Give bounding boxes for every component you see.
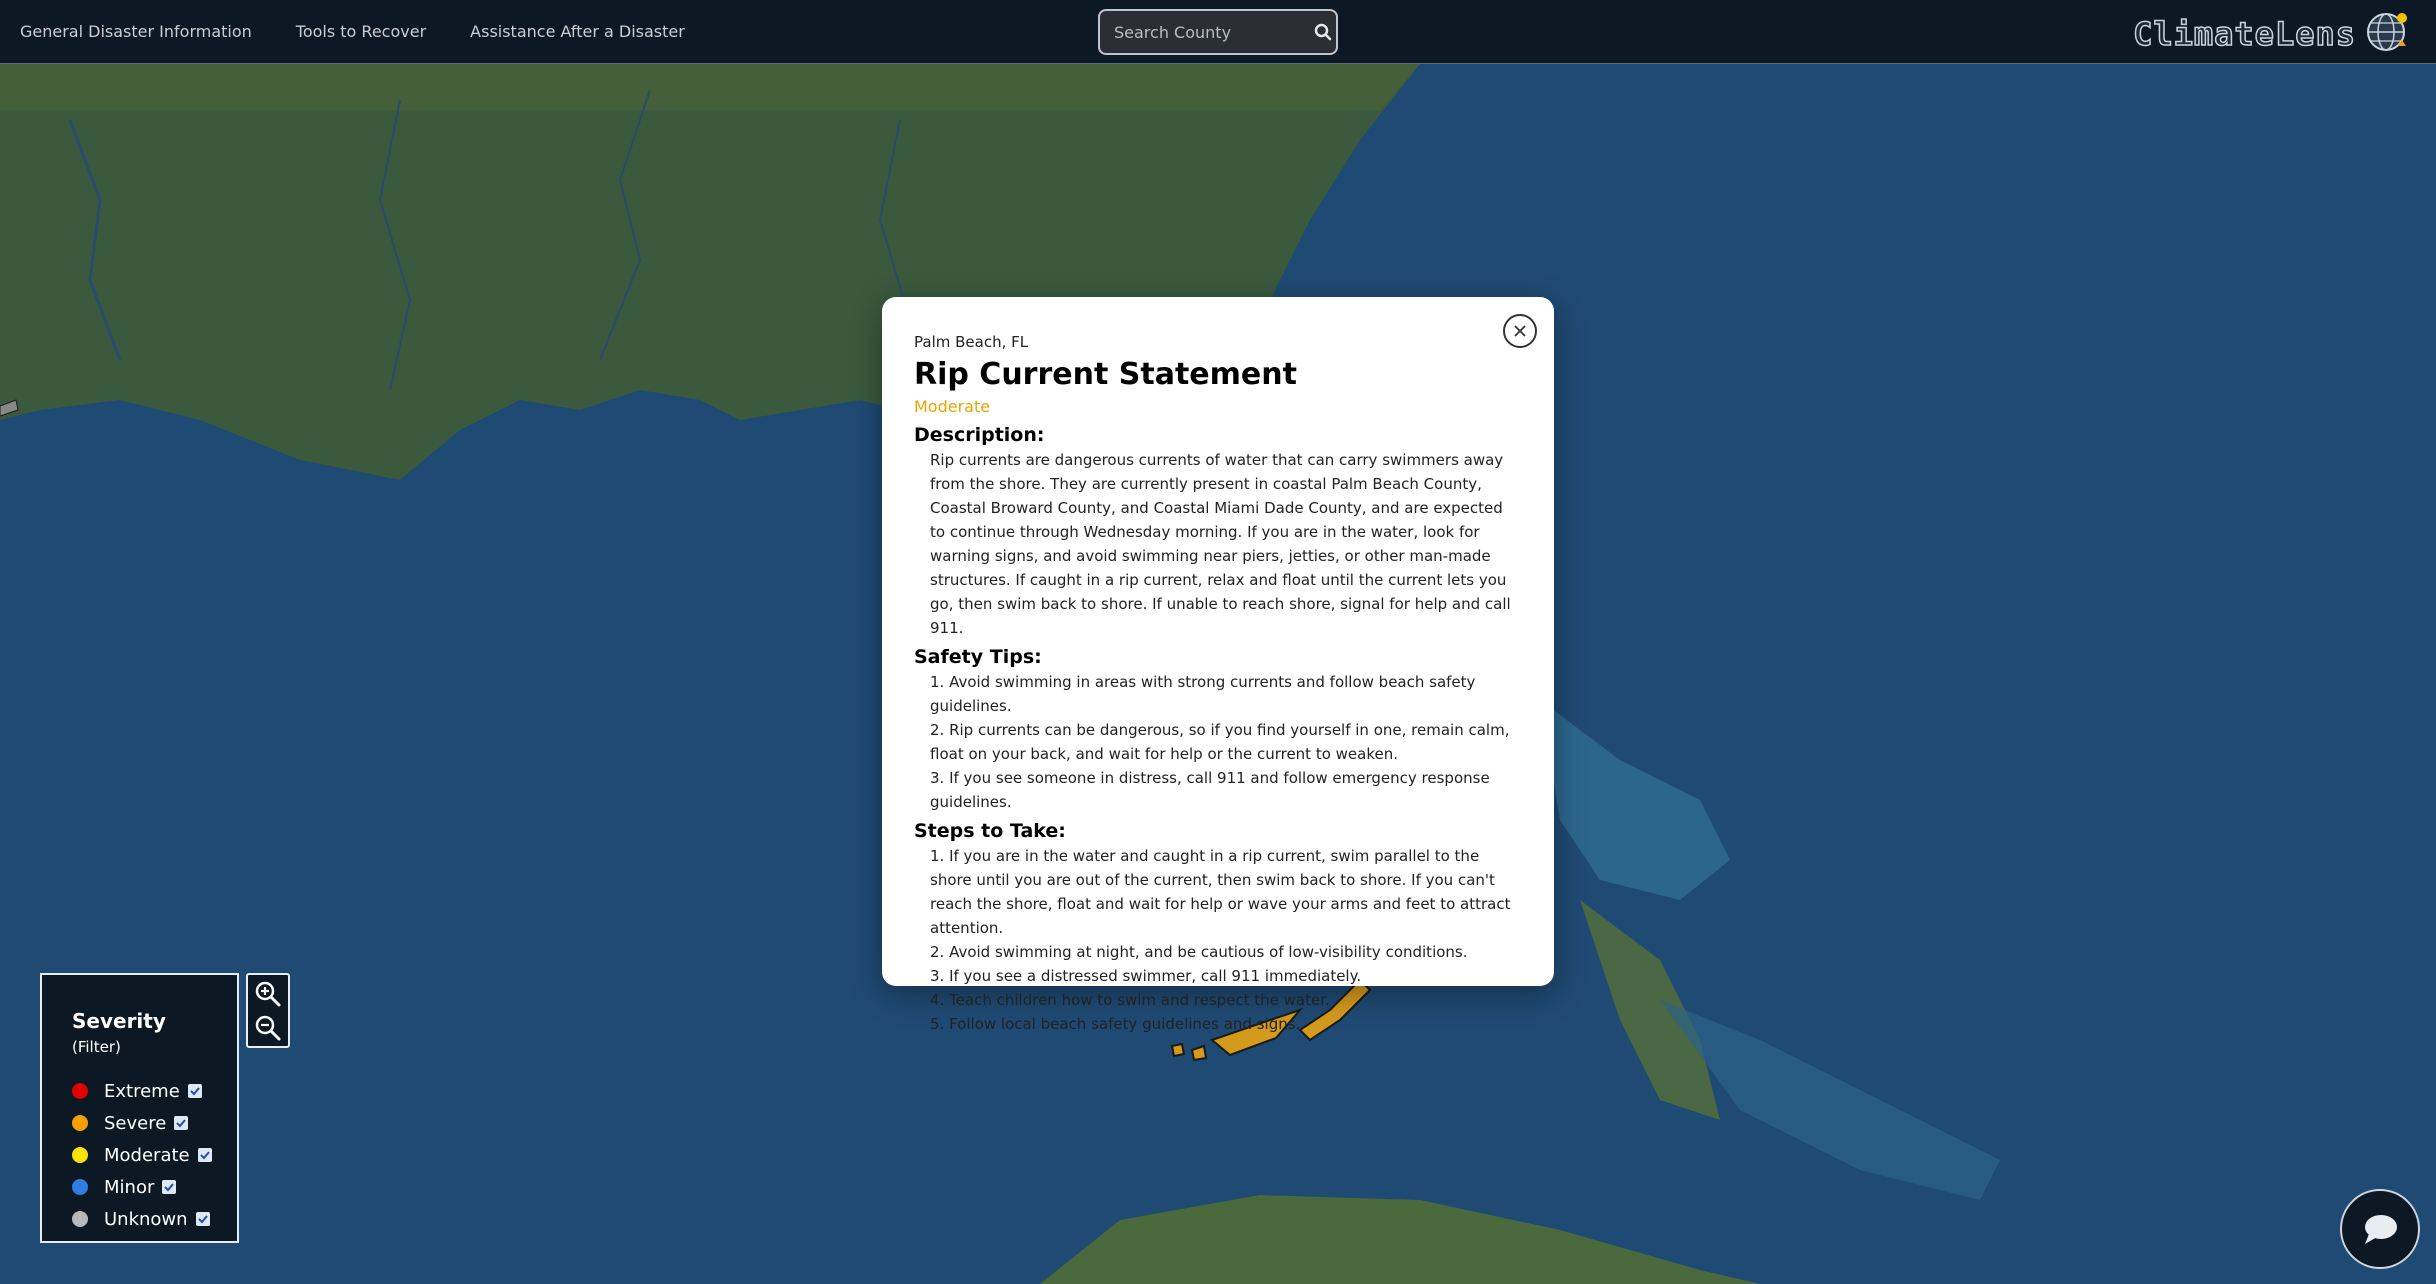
legend-checkbox[interactable] (187, 1084, 202, 1098)
legend-item-extreme[interactable]: Extreme (72, 1075, 217, 1107)
legend-item-unknown[interactable]: Unknown (72, 1203, 217, 1235)
list-item: 2. Rip currents can be dangerous, so if … (930, 721, 1510, 763)
severity-dot (72, 1115, 88, 1131)
legend-checkbox[interactable] (195, 1212, 210, 1226)
brand-logo[interactable]: ClimateLens (2132, 10, 2412, 58)
steps-heading: Steps to Take: (914, 820, 1066, 842)
legend-label: Severe (104, 1112, 167, 1134)
description-heading: Description: (914, 424, 1045, 446)
zoom-out-icon[interactable] (254, 1014, 282, 1042)
close-icon (1514, 325, 1526, 337)
nav-link-general-disaster-info[interactable]: General Disaster Information (20, 22, 252, 41)
legend-title: Severity (Filter) (72, 1009, 217, 1057)
top-navbar: General Disaster Information Tools to Re… (0, 0, 2436, 64)
safety-tips-heading: Safety Tips: (914, 646, 1042, 668)
legend-item-moderate[interactable]: Moderate (72, 1139, 217, 1171)
legend-checkbox[interactable] (174, 1116, 189, 1130)
close-button[interactable] (1503, 314, 1537, 348)
search-icon[interactable] (1314, 22, 1332, 42)
legend-label: Moderate (104, 1144, 190, 1166)
legend-item-severe[interactable]: Severe (72, 1107, 217, 1139)
nav-link-tools-to-recover[interactable]: Tools to Recover (296, 22, 426, 41)
list-item: 3. If you see someone in distress, call … (930, 769, 1490, 811)
severity-dot (72, 1211, 88, 1227)
legend-subtitle: (Filter) (72, 1038, 121, 1056)
severity-dot (72, 1179, 88, 1195)
alert-location: Palm Beach, FL (914, 333, 1029, 351)
legend-label: Extreme (104, 1080, 180, 1102)
legend-item-minor[interactable]: Minor (72, 1171, 217, 1203)
legend-checkbox[interactable] (162, 1180, 177, 1194)
severity-dot (72, 1083, 88, 1099)
list-item: 1. If you are in the water and caught in… (930, 847, 1511, 937)
list-item: 4. Teach children how to swim and respec… (930, 991, 1330, 1009)
safety-tips-list: 1. Avoid swimming in areas with strong c… (914, 670, 1522, 814)
chat-icon (2365, 1215, 2397, 1244)
nav-link-assistance-after-disaster[interactable]: Assistance After a Disaster (470, 22, 685, 41)
list-item: 2. Avoid swimming at night, and be cauti… (930, 943, 1468, 961)
list-item: 1. Avoid swimming in areas with strong c… (930, 673, 1476, 715)
list-item: 5. Follow local beach safety guidelines … (930, 1015, 1301, 1033)
search-input[interactable] (1114, 22, 1314, 42)
zoom-in-icon[interactable] (254, 980, 282, 1008)
alert-shape (1170, 1042, 1186, 1058)
severity-dot (72, 1147, 88, 1163)
legend-label: Unknown (104, 1208, 188, 1230)
alert-title: Rip Current Statement (914, 357, 1297, 392)
globe-icon (2364, 10, 2412, 58)
steps-list: 1. If you are in the water and caught in… (914, 844, 1522, 1036)
brand-name: ClimateLens (2132, 14, 2356, 54)
legend-title-text: Severity (72, 1009, 166, 1033)
legend-checkbox[interactable] (197, 1148, 212, 1162)
severity-legend: Severity (Filter) Extreme Severe Moderat… (40, 973, 239, 1243)
search-box (1098, 9, 1338, 55)
list-item: 3. If you see a distressed swimmer, call… (930, 967, 1362, 985)
alert-modal: Palm Beach, FL Rip Current Statement Mod… (882, 297, 1554, 1033)
alert-severity: Moderate (914, 397, 991, 416)
legend-label: Minor (104, 1176, 155, 1198)
chat-button[interactable] (2340, 1189, 2420, 1269)
zoom-controls (246, 973, 290, 1048)
description-text: Rip currents are dangerous currents of w… (930, 451, 1511, 637)
